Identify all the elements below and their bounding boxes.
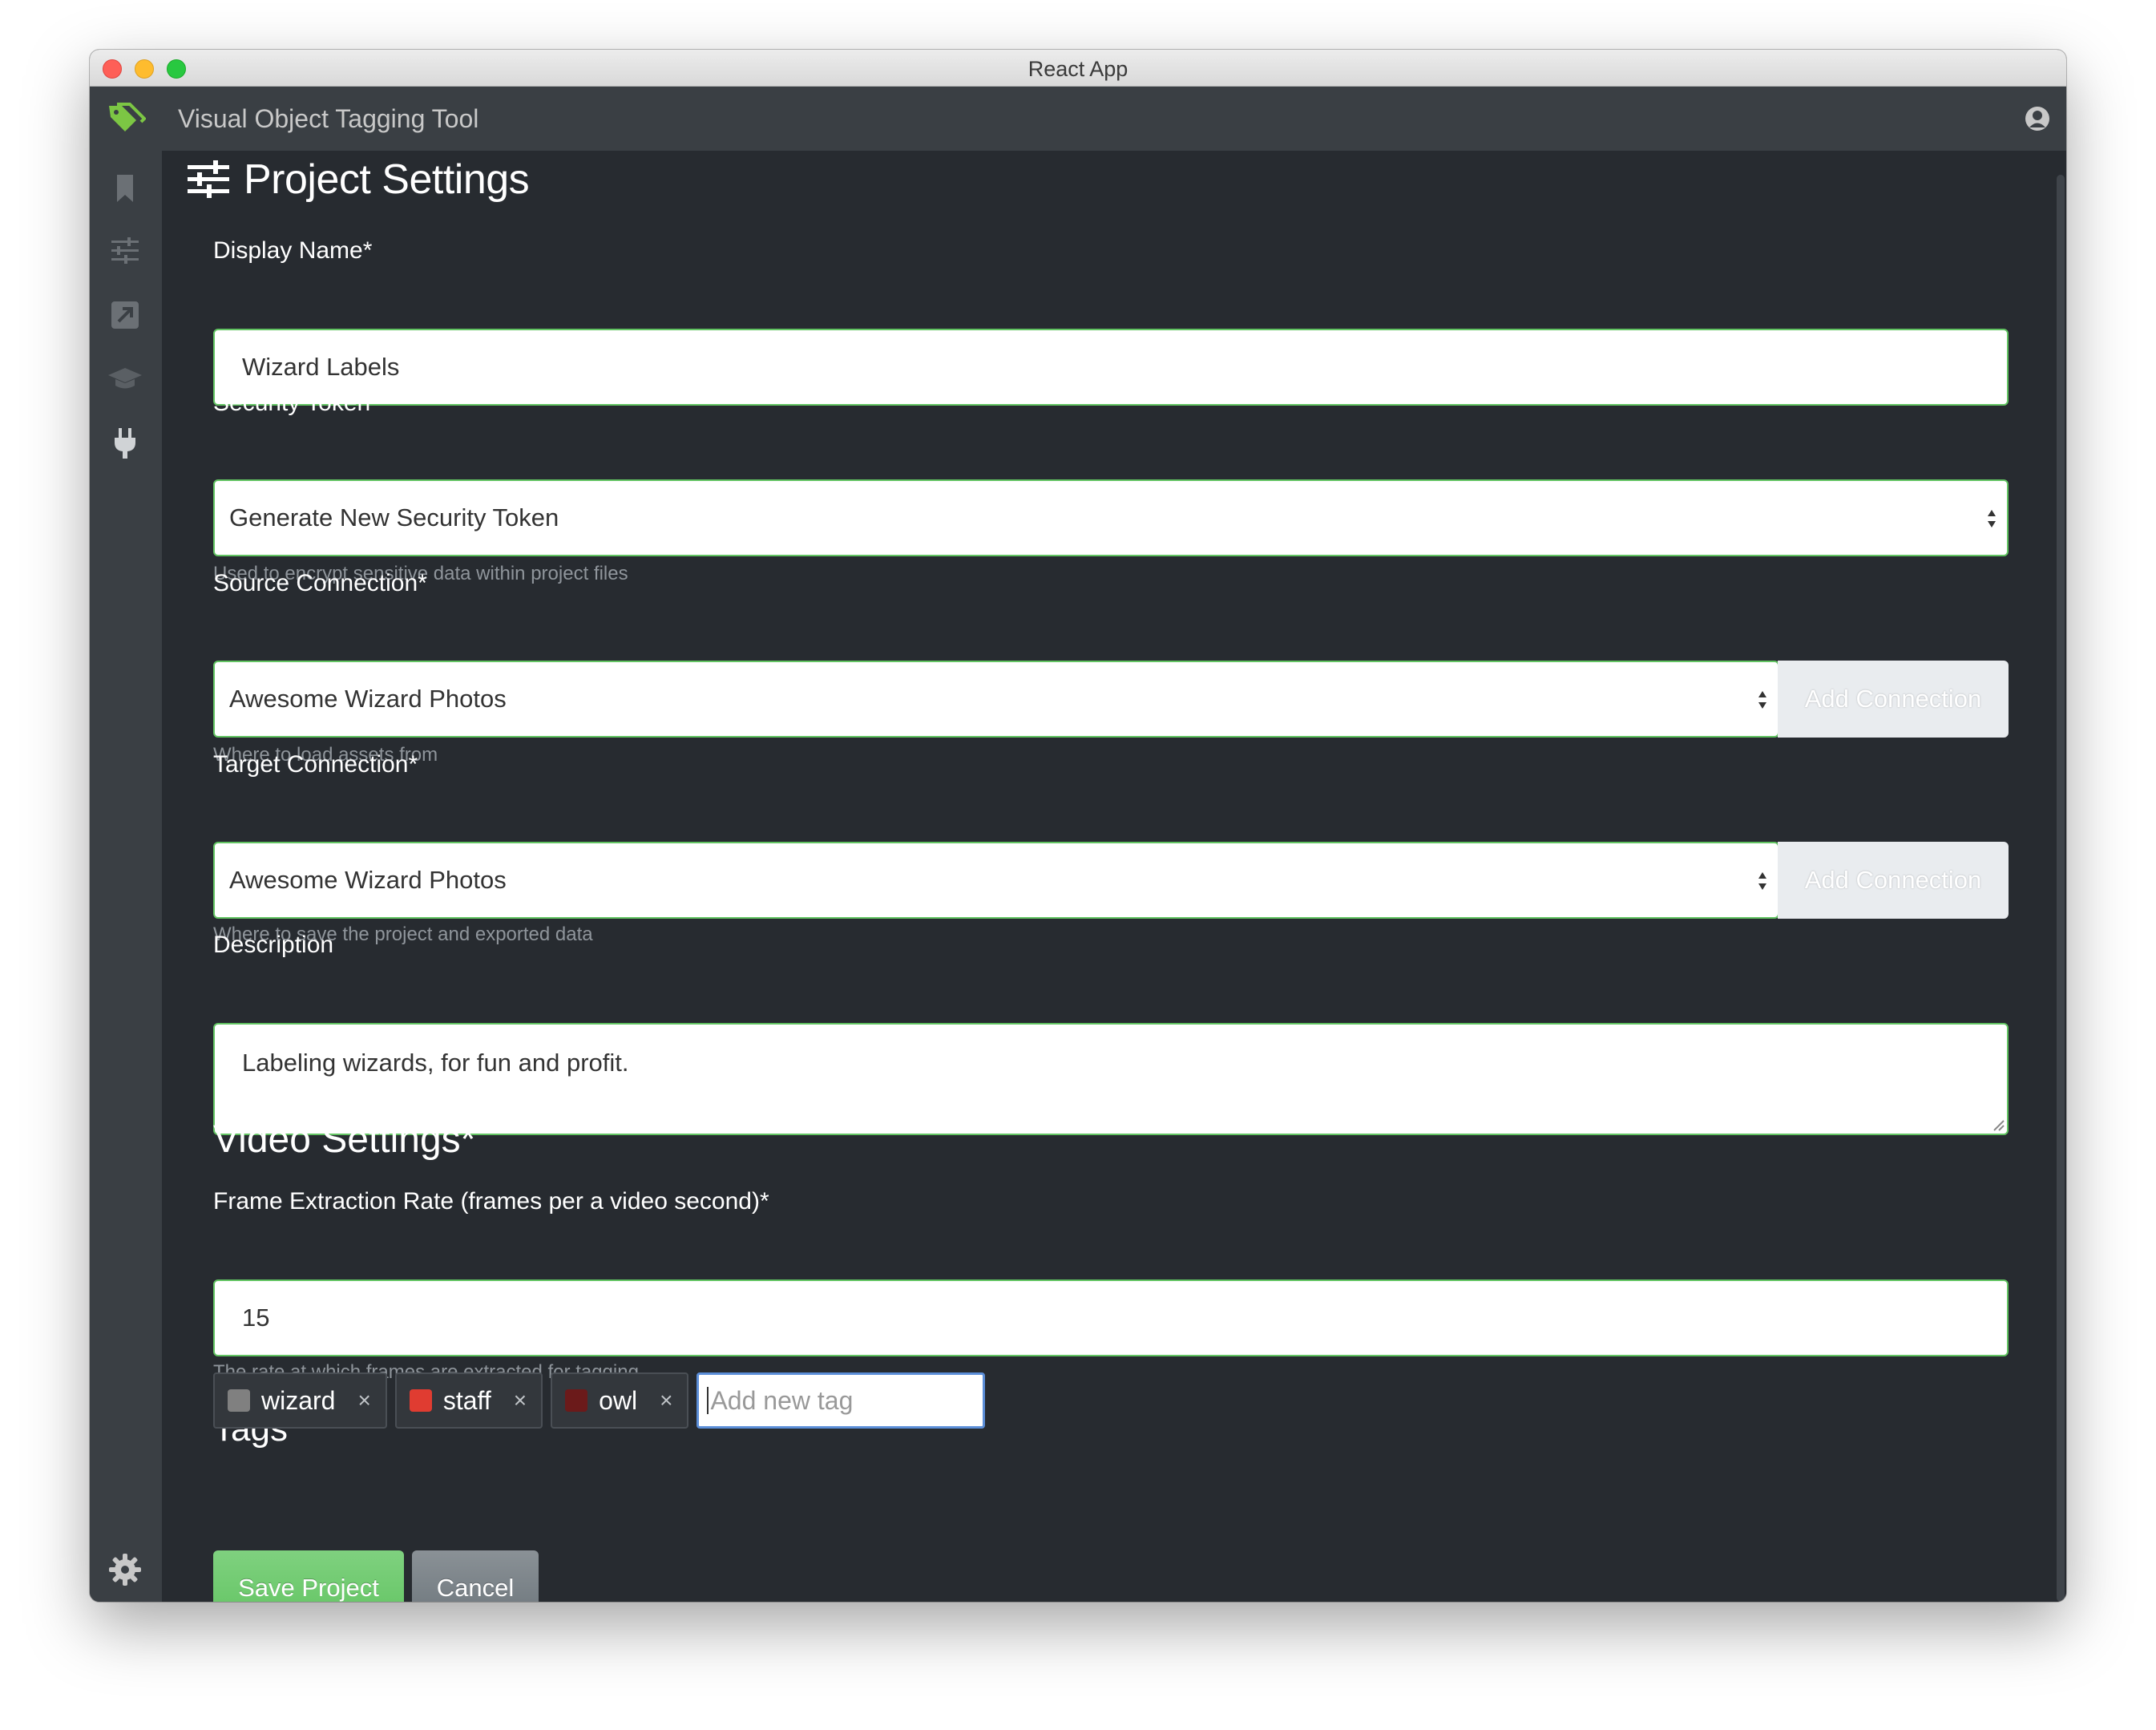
page-title-text: Project Settings: [244, 156, 530, 203]
security-token-label: Security Token: [213, 390, 371, 416]
export-icon[interactable]: [107, 297, 143, 333]
frame-rate-value: 15: [242, 1304, 270, 1332]
save-project-button[interactable]: Save Project: [213, 1550, 404, 1602]
select-arrows-icon: [1988, 510, 1996, 527]
tags-list: wizard × staff × owl × Add new tag: [213, 1372, 986, 1429]
description-label: Description: [213, 932, 334, 958]
cancel-button[interactable]: Cancel: [412, 1550, 539, 1602]
display-name-label: Display Name*: [213, 237, 373, 264]
target-connection-select[interactable]: Awesome Wizard Photos: [213, 842, 1779, 919]
display-name-value: Wizard Labels: [242, 353, 400, 381]
video-settings-title: Video Settings*: [213, 1118, 476, 1161]
tag-item[interactable]: owl ×: [551, 1372, 689, 1429]
tag-remove-icon[interactable]: ×: [514, 1388, 527, 1413]
sidebar: [90, 151, 162, 1602]
gear-icon[interactable]: [107, 1552, 143, 1587]
description-textarea[interactable]: Labeling wizards, for fun and profit.: [213, 1023, 2009, 1135]
main-content: Project Settings Display Name* Wizard La…: [162, 151, 2066, 1602]
source-connection-value: Awesome Wizard Photos: [229, 685, 507, 713]
frame-rate-input[interactable]: 15: [213, 1279, 2009, 1356]
security-token-value: Generate New Security Token: [229, 503, 559, 532]
tag-color-swatch[interactable]: [409, 1389, 432, 1412]
source-connection-label: Source Connection*: [213, 570, 427, 596]
tag-label: wizard: [261, 1385, 336, 1415]
frame-rate-label: Frame Extraction Rate (frames per a vide…: [213, 1188, 769, 1215]
tag-logo-icon: [109, 103, 146, 131]
tag-color-swatch[interactable]: [565, 1389, 588, 1412]
user-icon[interactable]: [2025, 106, 2050, 131]
description-value: Labeling wizards, for fun and profit.: [242, 1049, 629, 1077]
app-window: React App Visual Object Tagging Tool Pro…: [90, 50, 2066, 1602]
tag-item[interactable]: staff ×: [394, 1372, 543, 1429]
add-target-connection-button[interactable]: Add Connection: [1778, 842, 2009, 919]
graduation-cap-icon[interactable]: [107, 361, 143, 398]
tag-color-swatch[interactable]: [228, 1389, 250, 1412]
select-arrows-icon: [1758, 872, 1766, 890]
tag-label: staff: [442, 1385, 491, 1415]
scrollbar[interactable]: [2057, 175, 2065, 1602]
security-token-select[interactable]: Generate New Security Token: [213, 479, 2009, 556]
sliders-icon: [188, 160, 229, 198]
target-connection-value: Awesome Wizard Photos: [229, 866, 507, 894]
resize-handle-icon[interactable]: [1991, 1118, 2005, 1132]
window-title: React App: [1028, 57, 1128, 81]
page-title: Project Settings: [186, 156, 530, 204]
plug-icon[interactable]: [107, 425, 143, 462]
tag-remove-icon[interactable]: ×: [660, 1388, 672, 1413]
app-header: Visual Object Tagging Tool: [90, 87, 2066, 151]
tag-label: owl: [599, 1385, 638, 1415]
tag-remove-icon[interactable]: ×: [357, 1388, 370, 1413]
select-arrows-icon: [1758, 691, 1766, 709]
add-tag-placeholder: Add new tag: [710, 1385, 854, 1415]
add-source-connection-button[interactable]: Add Connection: [1778, 661, 2009, 738]
source-connection-select[interactable]: Awesome Wizard Photos: [213, 661, 1779, 738]
target-connection-label: Target Connection*: [213, 751, 418, 778]
text-caret: [707, 1387, 709, 1414]
app-title: Visual Object Tagging Tool: [178, 104, 479, 133]
bookmark-icon[interactable]: [107, 170, 143, 207]
tag-item[interactable]: wizard ×: [213, 1372, 387, 1429]
window-titlebar: React App: [90, 50, 2066, 87]
sliders-icon[interactable]: [107, 232, 143, 269]
display-name-input[interactable]: Wizard Labels: [213, 329, 2009, 406]
add-tag-input[interactable]: Add new tag: [696, 1372, 986, 1429]
